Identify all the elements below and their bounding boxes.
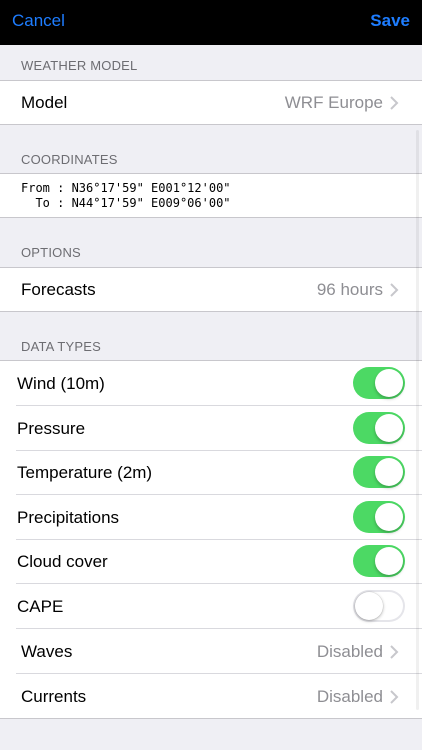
model-row[interactable]: Model WRF Europe [0,80,422,125]
section-header-weather-model: WEATHER MODEL [21,58,138,73]
toggle-label: Temperature (2m) [17,463,153,482]
toggle-row-pressure: Pressure [0,406,422,451]
toggle-row-cape: CAPE [0,584,422,629]
chevron-right-icon [390,645,399,659]
forecasts-row[interactable]: Forecasts 96 hours [0,267,422,312]
weather-model-group: Model WRF Europe [0,80,422,125]
toggle-label: CAPE [17,597,64,616]
chevron-right-icon [390,283,399,297]
toggle-label: Precipitations [17,508,120,527]
coordinates-group: From : N36°17'59" E001°12'00" To : N44°1… [0,173,422,218]
section-header-options: OPTIONS [21,245,81,260]
wind-toggle[interactable] [353,367,405,399]
toggle-label: Wind (10m) [17,374,105,393]
waves-label: Waves [21,642,73,661]
toggle-row-cloud-cover: Cloud cover [0,539,422,584]
coordinates-text: From : N36°17'59" E001°12'00" To : N44°1… [21,181,231,211]
toggle-knob [355,592,383,620]
section-header-coordinates: COORDINATES [21,152,118,167]
precipitations-toggle[interactable] [353,501,405,533]
toggle-knob [375,369,403,397]
toggle-knob [375,547,403,575]
toggle-knob [375,414,403,442]
chevron-right-icon [390,690,399,704]
model-value: WRF Europe [284,93,383,112]
forecasts-label: Forecasts [21,280,96,299]
navigation-bar: Cancel Save [0,0,422,45]
options-group: Forecasts 96 hours [0,267,422,312]
temperature-toggle[interactable] [353,456,405,488]
save-button[interactable]: Save [370,11,410,31]
scroll-indicator[interactable] [416,130,419,710]
waves-row[interactable]: Waves Disabled [0,629,422,674]
toggle-knob [375,503,403,531]
toggle-knob [375,458,403,486]
currents-label: Currents [21,687,87,706]
cloud-cover-toggle[interactable] [353,545,405,577]
model-label: Model [21,93,68,112]
waves-value: Disabled [316,642,383,661]
toggle-row-wind: Wind (10m) [0,361,422,406]
coordinates-from: From : N36°17'59" E001°12'00" [21,181,231,195]
section-header-data-types: DATA TYPES [21,339,102,354]
currents-value: Disabled [316,687,383,706]
cape-toggle[interactable] [353,590,405,622]
coordinates-to: To : N44°17'59" E009°06'00" [21,196,231,210]
toggle-label: Cloud cover [17,552,108,571]
currents-row[interactable]: Currents Disabled [0,674,422,719]
chevron-right-icon [390,96,399,110]
toggle-label: Pressure [17,419,86,438]
toggle-row-precipitations: Precipitations [0,495,422,540]
forecasts-value: 96 hours [316,280,383,299]
toggle-row-temperature: Temperature (2m) [0,450,422,495]
cancel-button[interactable]: Cancel [12,11,65,31]
data-types-group: Wind (10m) Pressure Temperature (2m) Pre… [0,360,422,719]
pressure-toggle[interactable] [353,412,405,444]
